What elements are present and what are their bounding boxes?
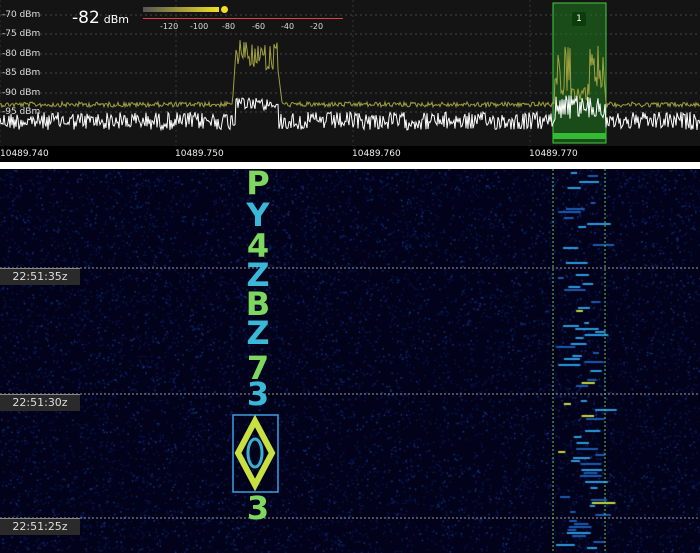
signal-level-readout: -82 dBm xyxy=(72,8,129,28)
decoded-character: 3 xyxy=(247,375,269,413)
meter-scale-tick: -120 xyxy=(160,22,179,31)
meter-scale-tick: -20 xyxy=(310,22,324,31)
dbm-label: -75 dBm xyxy=(2,29,41,39)
s-meter-bar xyxy=(143,7,219,12)
waterfall-overlay: PY4ZBZ733 xyxy=(0,169,700,553)
dbm-label: -80 dBm xyxy=(2,49,41,59)
vfo-number-badge[interactable]: 1 xyxy=(572,12,586,26)
s-meter-marker xyxy=(221,6,228,13)
decoded-character: Z xyxy=(246,314,269,352)
dbm-label: -85 dBm xyxy=(2,68,41,78)
vfo-handle[interactable] xyxy=(553,133,606,139)
frequency-axis[interactable]: 10489.740 10489.750 10489.760 10489.770 xyxy=(0,146,700,162)
splitter-bar[interactable] xyxy=(0,162,700,328)
freq-label: 10489.740 xyxy=(0,149,49,159)
freq-label: 10489.750 xyxy=(175,149,224,159)
signal-level-value: -82 xyxy=(72,8,100,28)
diamond-symbol xyxy=(234,414,276,492)
dbm-label: -95 dBm xyxy=(2,107,41,117)
time-label: 22:51:25z xyxy=(0,518,80,535)
decoded-character: 3 xyxy=(247,489,269,527)
freq-label: 10489.760 xyxy=(352,149,401,159)
meter-scale-tick: -80 xyxy=(222,22,236,31)
time-label: 22:51:30z xyxy=(0,394,80,411)
spectrum-display[interactable]: -70 dBm -75 dBm -80 dBm -85 dBm -90 dBm … xyxy=(0,0,700,146)
diamond-inner xyxy=(246,437,264,469)
time-label: 22:51:35z xyxy=(0,268,80,285)
dbm-label: -70 dBm xyxy=(2,10,41,20)
signal-level-unit: dBm xyxy=(103,13,130,26)
meter-scale-tick: -100 xyxy=(190,22,209,31)
dbm-label: -90 dBm xyxy=(2,88,41,98)
meter-scale-tick: -40 xyxy=(281,22,295,31)
freq-label: 10489.770 xyxy=(529,149,578,159)
s-meter-line xyxy=(143,18,343,19)
waterfall-display[interactable]: PY4ZBZ733 22:51:35z 22:51:30z 22:51:25z xyxy=(0,169,700,553)
meter-scale-tick: -60 xyxy=(252,22,266,31)
